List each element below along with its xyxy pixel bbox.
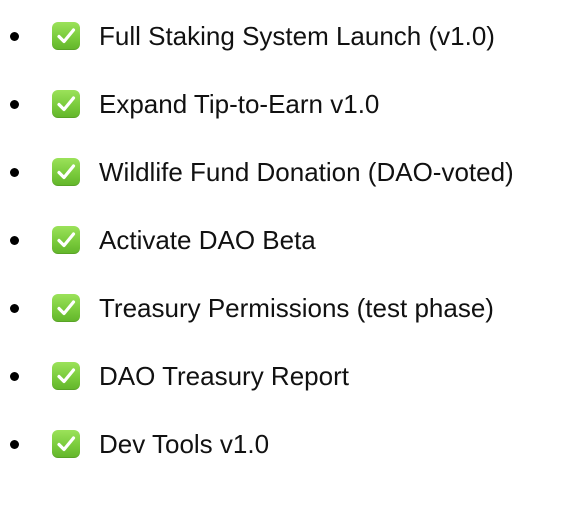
check-mark-button-icon: [52, 90, 80, 118]
check-mark-button-icon: [52, 362, 80, 390]
bullet-icon: [10, 236, 19, 245]
checklist-item-label: Dev Tools v1.0: [99, 429, 270, 459]
checklist-item: Wildlife Fund Donation (DAO-voted): [0, 152, 571, 192]
bullet-icon: [10, 168, 19, 177]
checklist-item: Expand Tip-to-Earn v1.0: [0, 84, 571, 124]
checklist-item: Dev Tools v1.0: [0, 424, 571, 464]
bullet-icon: [10, 100, 19, 109]
bullet-icon: [10, 32, 19, 41]
checklist-item-label: Activate DAO Beta: [99, 225, 316, 255]
checklist-item-label: Wildlife Fund Donation (DAO-voted): [99, 157, 514, 187]
check-mark-button-icon: [52, 158, 80, 186]
check-mark-button-icon: [52, 294, 80, 322]
checklist-item: DAO Treasury Report: [0, 356, 571, 396]
bullet-icon: [10, 372, 19, 381]
checklist-item: Full Staking System Launch (v1.0): [0, 16, 571, 56]
check-mark-button-icon: [52, 226, 80, 254]
checklist-item-label: Treasury Permissions (test phase): [99, 293, 494, 323]
checklist-item: Treasury Permissions (test phase): [0, 288, 571, 328]
checklist-item-label: DAO Treasury Report: [99, 361, 349, 391]
checklist-item-label: Full Staking System Launch (v1.0): [99, 21, 495, 51]
bullet-icon: [10, 440, 19, 449]
bullet-icon: [10, 304, 19, 313]
checklist-item-label: Expand Tip-to-Earn v1.0: [99, 89, 380, 119]
check-mark-button-icon: [52, 22, 80, 50]
check-mark-button-icon: [52, 430, 80, 458]
checklist-item: Activate DAO Beta: [0, 220, 571, 260]
